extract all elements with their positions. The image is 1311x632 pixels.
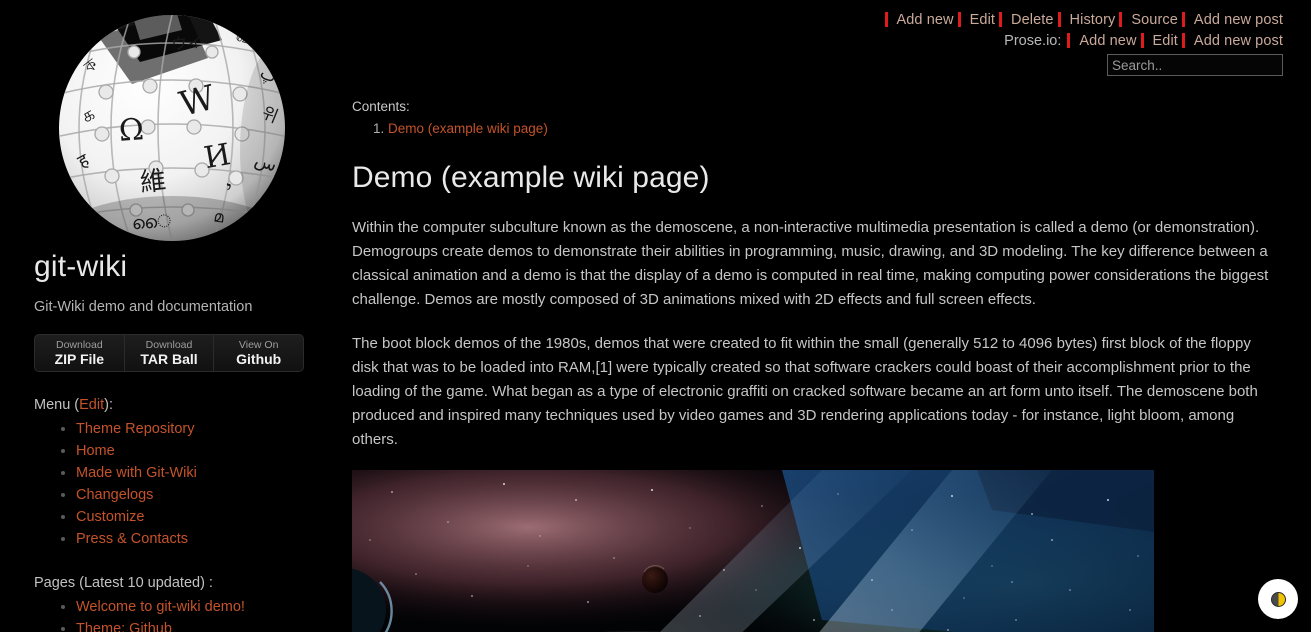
download-tar-caption: Download: [145, 339, 193, 351]
table-of-contents: Demo (example wiki page): [352, 119, 1282, 138]
sidebar-page-welcome-to-git-wiki-demo[interactable]: Welcome to git-wiki demo!: [76, 599, 245, 615]
site-title: git-wiki: [34, 250, 128, 283]
view-on-github-button[interactable]: View On Github: [214, 335, 303, 371]
theme-toggle-button[interactable]: [1258, 579, 1298, 619]
list-item: Customize: [76, 506, 310, 528]
menu-heading-prefix: Menu (: [34, 397, 80, 413]
list-item: Made with Git-Wiki: [76, 462, 310, 484]
menu-heading-suffix: ):: [104, 397, 113, 413]
list-item: Theme Repository: [76, 418, 310, 440]
menu-heading: Menu (Edit):: [34, 396, 310, 414]
download-zip-caption: Download: [55, 339, 103, 351]
sidebar-item-home[interactable]: Home: [76, 443, 115, 459]
download-zip-label: ZIP File: [54, 351, 105, 367]
page-title: Demo (example wiki page): [352, 161, 710, 194]
sidebar-item-customize[interactable]: Customize: [76, 509, 145, 525]
sidebar-page-theme-github[interactable]: Theme: Github: [76, 621, 172, 632]
menu-list: Theme Repository Home Made with Git-Wiki…: [32, 418, 310, 550]
view-github-label: Github: [236, 351, 282, 367]
download-zip-button[interactable]: Download ZIP File: [35, 335, 125, 371]
page-root: Add new Edit Delete History Source Add n…: [0, 0, 1311, 632]
view-github-caption: View On: [238, 339, 279, 351]
pages-heading: Pages (Latest 10 updated) :: [34, 575, 213, 591]
sidebar-item-changelogs[interactable]: Changelogs: [76, 487, 153, 503]
download-buttons-group: Download ZIP File Download TAR Ball View…: [34, 334, 304, 372]
svg-text:Ω: Ω: [118, 112, 145, 149]
sidebar-item-made-with-git-wiki[interactable]: Made with Git-Wiki: [76, 465, 197, 481]
download-tar-label: TAR Ball: [140, 351, 198, 367]
space-nebula-illustration: [352, 470, 1154, 632]
menu-edit-link[interactable]: Edit: [79, 397, 104, 413]
body-paragraph-2: The boot block demos of the 1980s, demos…: [352, 335, 1258, 448]
svg-text:維: 維: [139, 166, 168, 199]
contrast-half-circle-icon: [1270, 591, 1286, 607]
list-item: Home: [76, 440, 310, 462]
svg-text:வ: வ: [234, 27, 253, 48]
main-content: Contents: Demo (example wiki page) Demo …: [352, 0, 1282, 632]
list-item: Press & Contacts: [76, 528, 310, 550]
sidebar-item-theme-repository[interactable]: Theme Repository: [76, 421, 194, 437]
list-item: Demo (example wiki page): [388, 119, 1282, 138]
list-item: Welcome to git-wiki demo!: [76, 596, 310, 618]
download-tar-button[interactable]: Download TAR Ball: [125, 335, 215, 371]
wikipedia-puzzle-globe-logo: W Ω И 維 க ह ক 위 پ س ウィ வ ൈ മ י: [36, 0, 308, 250]
list-item: Theme: Github: [76, 618, 310, 632]
pages-list: Welcome to git-wiki demo! Theme: Github: [32, 596, 310, 632]
contents-label: Contents:: [352, 99, 410, 114]
toc-link-demo[interactable]: Demo (example wiki page): [388, 121, 548, 136]
sidebar-item-press-contacts[interactable]: Press & Contacts: [76, 531, 188, 547]
site-tagline: Git-Wiki demo and documentation: [34, 299, 253, 315]
body-paragraph-1: Within the computer subculture known as …: [352, 219, 1269, 308]
list-item: Changelogs: [76, 484, 310, 506]
sidebar: W Ω И 維 க ह ক 위 پ س ウィ வ ൈ മ י git-wiki …: [0, 0, 340, 632]
